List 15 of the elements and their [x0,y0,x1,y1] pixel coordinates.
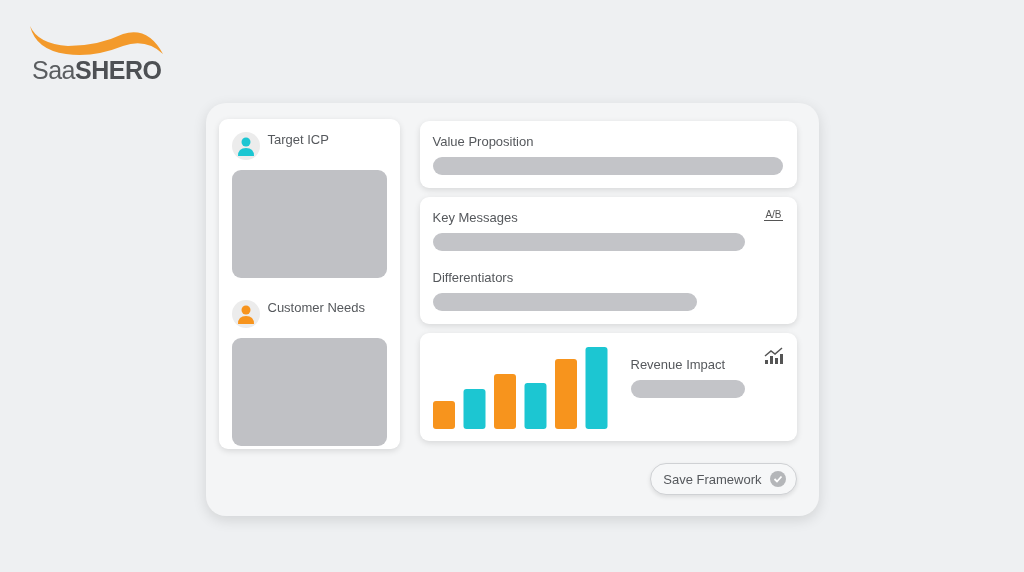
chart-trend-icon [763,347,784,365]
section-title: Value Proposition [432,134,534,149]
chart-bar [524,383,546,429]
section-title: Revenue Impact [630,357,726,372]
section-title: Customer Needs [267,300,366,315]
chart-bar [463,389,485,429]
chart-bar [432,401,455,429]
section-title: Differentiators [432,270,514,285]
logo-text: SaaSHERO [32,56,162,85]
chart-bar [493,374,516,429]
save-button[interactable]: Save Framework [650,463,797,495]
check-icon [769,471,786,487]
section-title: Target ICP [267,132,329,147]
section-title: Key Messages [432,210,518,225]
chart-bar [554,359,577,429]
